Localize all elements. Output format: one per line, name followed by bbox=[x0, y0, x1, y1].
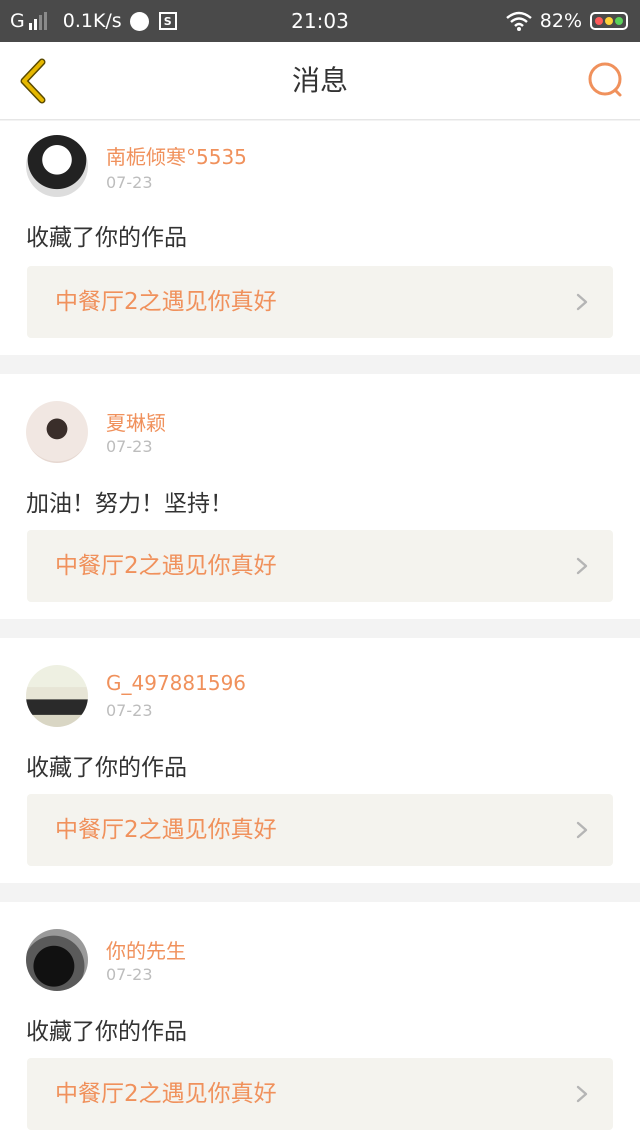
chevron-right-icon bbox=[576, 293, 588, 311]
avatar[interactable] bbox=[26, 135, 88, 197]
message-date: 07-23 bbox=[106, 173, 153, 192]
chevron-right-icon bbox=[576, 557, 588, 575]
message-text: 加油！努力！坚持！ bbox=[26, 491, 233, 517]
battery-icon bbox=[590, 12, 628, 30]
avatar[interactable] bbox=[26, 929, 88, 991]
work-link[interactable]: 中餐厅2之遇见你真好 bbox=[27, 794, 613, 866]
work-title: 中餐厅2之遇见你真好 bbox=[55, 553, 277, 579]
avatar[interactable] bbox=[26, 665, 88, 727]
battery-percent: 82% bbox=[539, 10, 582, 32]
work-title: 中餐厅2之遇见你真好 bbox=[55, 817, 277, 843]
wifi-icon bbox=[505, 11, 532, 31]
message-text: 收藏了你的作品 bbox=[26, 755, 187, 781]
message-text: 收藏了你的作品 bbox=[26, 1019, 187, 1045]
message-item: G_497881596 07-23 收藏了你的作品 中餐厅2之遇见你真好 bbox=[0, 638, 640, 883]
work-link[interactable]: 中餐厅2之遇见你真好 bbox=[27, 530, 613, 602]
message-date: 07-23 bbox=[106, 965, 153, 984]
chevron-right-icon bbox=[576, 821, 588, 839]
message-item: 南栀倾寒°5535 07-23 收藏了你的作品 中餐厅2之遇见你真好 bbox=[0, 121, 640, 355]
message-item: 你的先生 07-23 收藏了你的作品 中餐厅2之遇见你真好 bbox=[0, 902, 640, 1138]
username[interactable]: 你的先生 bbox=[106, 935, 186, 964]
nav-bar: 消息 bbox=[0, 42, 640, 120]
username[interactable]: 南栀倾寒°5535 bbox=[106, 141, 247, 170]
work-title: 中餐厅2之遇见你真好 bbox=[55, 1081, 277, 1107]
message-item: 夏琳颖 07-23 加油！努力！坚持！ 中餐厅2之遇见你真好 bbox=[0, 374, 640, 619]
status-right: 82% bbox=[505, 0, 628, 42]
chevron-right-icon bbox=[576, 1085, 588, 1103]
work-title: 中餐厅2之遇见你真好 bbox=[55, 289, 277, 315]
avatar[interactable] bbox=[26, 401, 88, 463]
search-icon[interactable] bbox=[586, 60, 626, 100]
page-title: 消息 bbox=[291, 64, 348, 97]
username[interactable]: 夏琳颖 bbox=[106, 407, 166, 436]
message-text: 收藏了你的作品 bbox=[26, 225, 187, 251]
work-link[interactable]: 中餐厅2之遇见你真好 bbox=[27, 266, 613, 338]
username[interactable]: G_497881596 bbox=[106, 671, 246, 695]
status-bar: G 0.1K/s S 21:03 82% bbox=[0, 0, 640, 42]
message-date: 07-23 bbox=[106, 437, 153, 456]
work-link[interactable]: 中餐厅2之遇见你真好 bbox=[27, 1058, 613, 1130]
message-date: 07-23 bbox=[106, 701, 153, 720]
